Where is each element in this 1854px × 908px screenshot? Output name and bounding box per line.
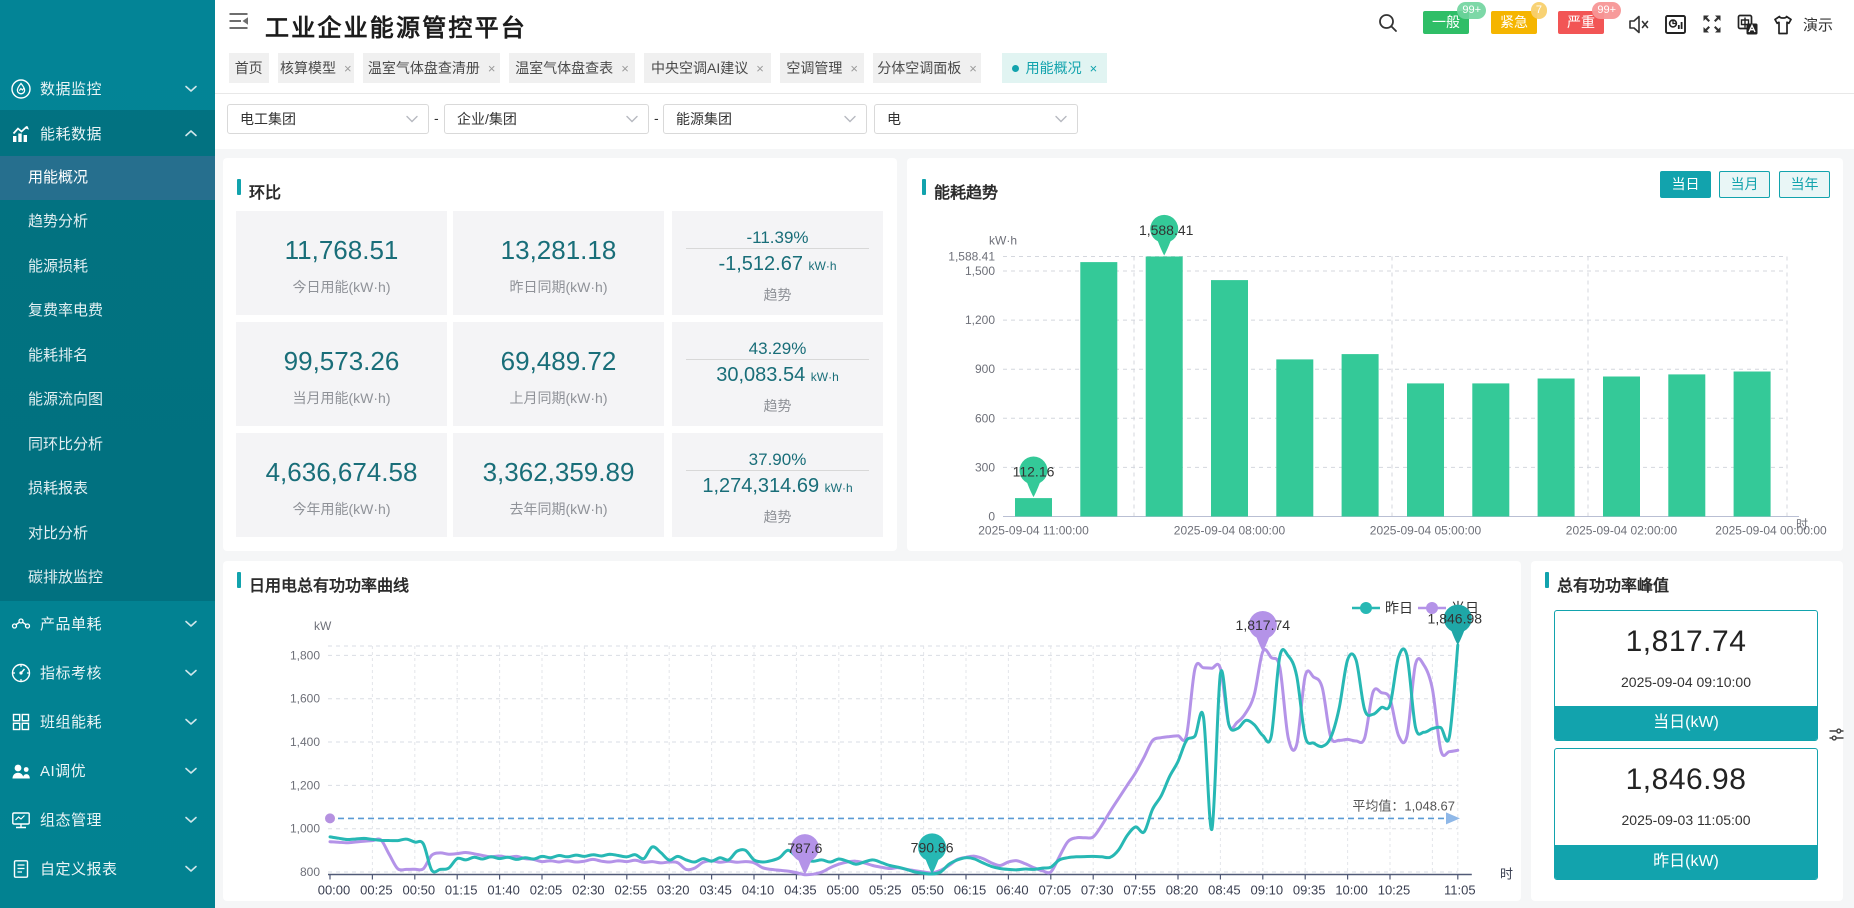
svg-text:08:20: 08:20 (1166, 883, 1199, 898)
svg-text:05:25: 05:25 (869, 883, 902, 898)
svg-text:05:00: 05:00 (827, 883, 860, 898)
svg-text:1,200: 1,200 (290, 778, 320, 792)
svg-text:07:55: 07:55 (1123, 883, 1156, 898)
svg-text:kW·h: kW·h (989, 234, 1017, 248)
svg-text:900: 900 (975, 362, 995, 376)
svg-text:10:25: 10:25 (1378, 883, 1411, 898)
svg-text:09:35: 09:35 (1293, 883, 1326, 898)
svg-text:2025-09-04 02:00:00: 2025-09-04 02:00:00 (1566, 524, 1678, 538)
svg-text:时: 时 (1796, 518, 1808, 532)
svg-text:1,000: 1,000 (290, 822, 320, 836)
svg-text:02:30: 02:30 (572, 883, 605, 898)
svg-text:1,817.74: 1,817.74 (1236, 617, 1291, 633)
svg-text:1,200: 1,200 (965, 313, 995, 327)
svg-text:06:15: 06:15 (954, 883, 987, 898)
svg-text:1,800: 1,800 (290, 648, 320, 662)
svg-text:00:25: 00:25 (360, 883, 393, 898)
svg-text:04:10: 04:10 (742, 883, 775, 898)
svg-text:07:05: 07:05 (1039, 883, 1072, 898)
svg-text:00:50: 00:50 (403, 883, 436, 898)
svg-text:00:00: 00:00 (318, 883, 351, 898)
svg-text:1,588.41: 1,588.41 (1139, 222, 1194, 238)
svg-text:09:10: 09:10 (1251, 883, 1284, 898)
svg-text:01:40: 01:40 (487, 883, 520, 898)
svg-text:790.86: 790.86 (911, 840, 954, 856)
svg-text:1,500: 1,500 (965, 264, 995, 278)
svg-text:2025-09-04 08:00:00: 2025-09-04 08:00:00 (1174, 524, 1286, 538)
svg-text:平均值：1,048.67: 平均值：1,048.67 (1352, 798, 1455, 813)
svg-text:02:05: 02:05 (530, 883, 563, 898)
svg-text:300: 300 (975, 460, 995, 474)
svg-text:600: 600 (975, 411, 995, 425)
svg-text:03:45: 03:45 (699, 883, 732, 898)
svg-text:2025-09-04 00:00:00: 2025-09-04 00:00:00 (1715, 524, 1827, 538)
svg-text:昨日: 昨日 (1385, 600, 1413, 616)
svg-text:11:05: 11:05 (1444, 883, 1476, 898)
svg-text:05:50: 05:50 (911, 883, 944, 898)
svg-text:10:00: 10:00 (1335, 883, 1368, 898)
svg-text:02:55: 02:55 (615, 883, 648, 898)
svg-text:0: 0 (988, 510, 995, 524)
svg-text:2025-09-04 11:00:00: 2025-09-04 11:00:00 (978, 524, 1089, 538)
svg-text:04:35: 04:35 (784, 883, 817, 898)
svg-text:07:30: 07:30 (1081, 883, 1114, 898)
svg-text:01:15: 01:15 (445, 883, 478, 898)
svg-text:1,588.41: 1,588.41 (948, 250, 995, 264)
svg-text:800: 800 (300, 865, 320, 879)
svg-text:1,400: 1,400 (290, 735, 320, 749)
svg-text:kW: kW (314, 619, 332, 633)
svg-text:03:20: 03:20 (657, 883, 690, 898)
svg-text:787.6: 787.6 (787, 840, 822, 856)
svg-text:1,600: 1,600 (290, 692, 320, 706)
svg-text:时: 时 (1500, 867, 1513, 882)
svg-text:08:45: 08:45 (1208, 883, 1241, 898)
svg-text:112.16: 112.16 (1013, 464, 1055, 480)
svg-text:2025-09-04 05:00:00: 2025-09-04 05:00:00 (1370, 524, 1482, 538)
svg-text:1,846.98: 1,846.98 (1428, 611, 1483, 627)
svg-text:06:40: 06:40 (996, 883, 1029, 898)
